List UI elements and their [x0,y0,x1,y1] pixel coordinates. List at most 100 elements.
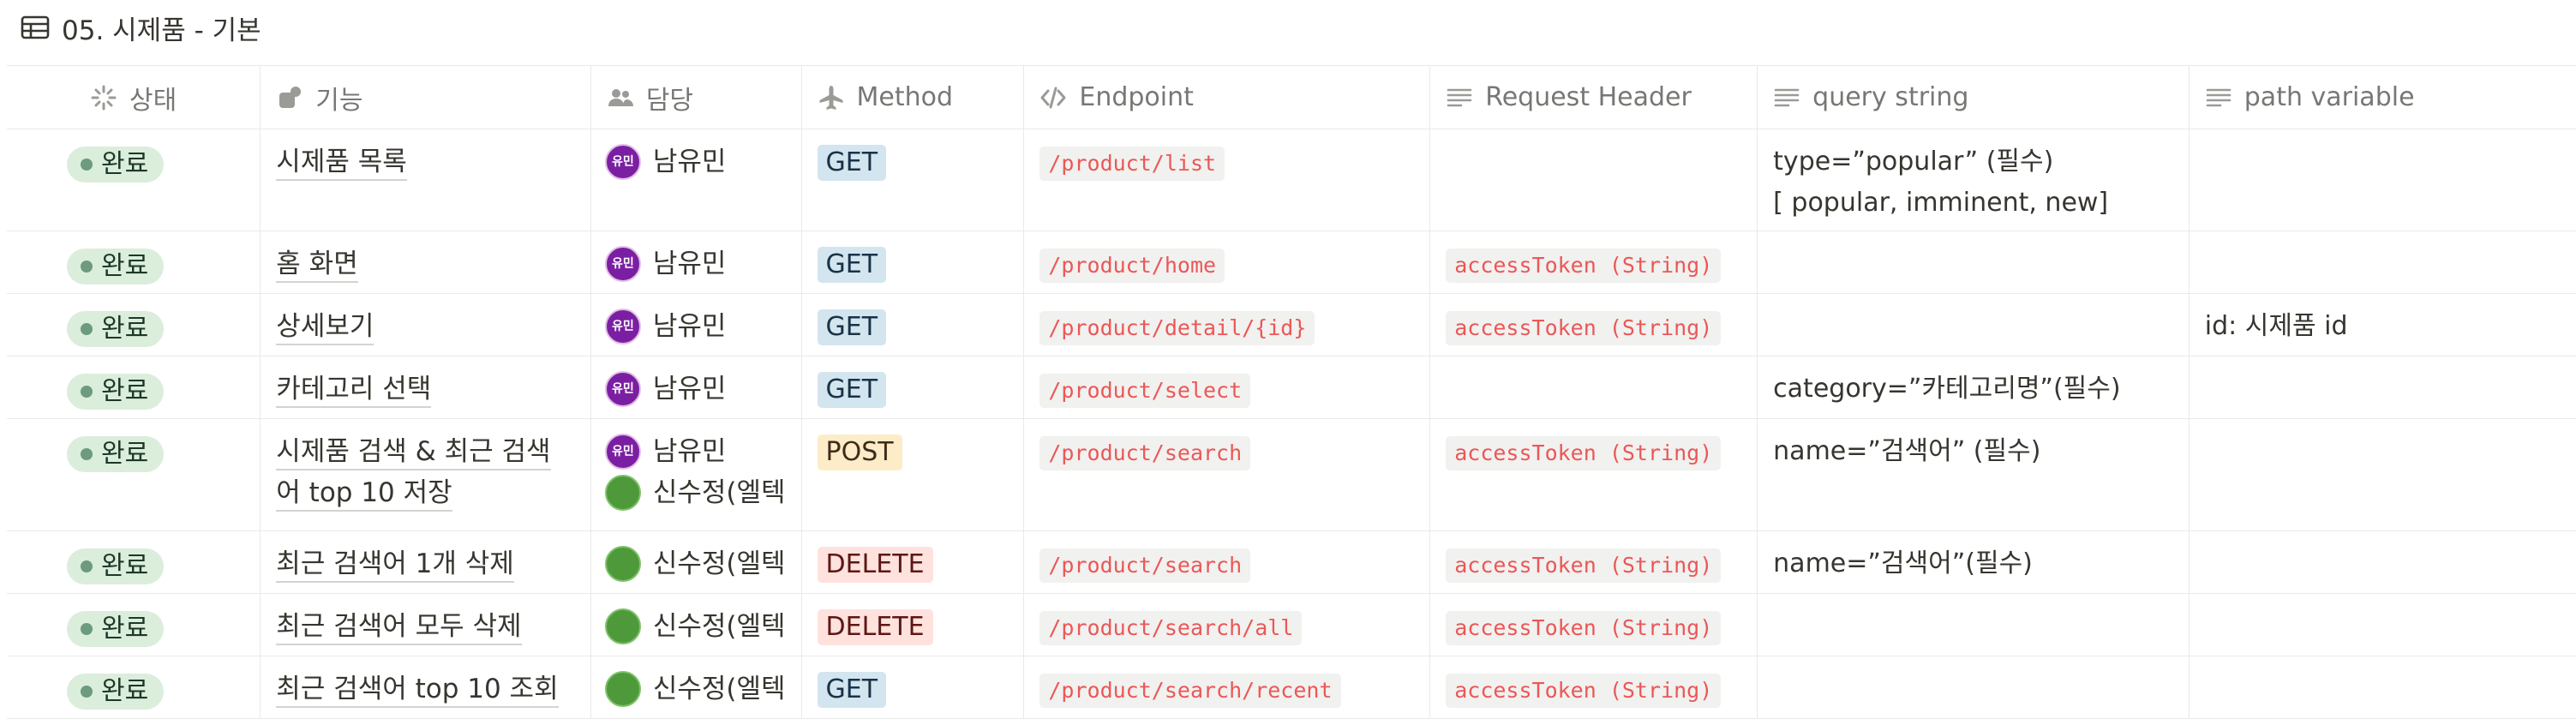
status-cell[interactable]: 완료 [7,418,261,531]
column-header-path-variable[interactable]: path variable [2188,65,2576,129]
database-title-bar[interactable]: 05. 시제품 - 기본 [21,0,261,55]
method-tag[interactable]: DELETE [817,609,933,645]
table-row[interactable]: 완료 시제품 검색 & 최근 검색어 top 10 저장 유민 남유민 신수정(엘텍 PO… [7,418,2576,531]
request-header-cell[interactable]: accessToken (String) [1429,530,1758,594]
path-variable-cell[interactable] [2188,418,2576,531]
feature-cell[interactable]: 최근 검색어 top 10 조회 [260,656,591,719]
status-cell[interactable]: 완료 [7,129,261,231]
endpoint-cell[interactable]: /product/select [1023,356,1431,419]
endpoint-cell[interactable]: /product/search [1023,418,1431,531]
status-cell[interactable]: 완료 [7,293,261,357]
feature-title[interactable]: 최근 검색어 1개 삭제 [276,548,514,583]
method-tag[interactable]: GET [817,309,887,345]
assignee-cell[interactable]: 유민 남유민 신수정(엘텍 [590,418,802,531]
assignee-cell[interactable]: 유민 남유민 [590,293,802,357]
method-cell[interactable]: GET [800,129,1025,231]
method-tag[interactable]: GET [817,672,887,708]
query-string-cell[interactable]: name=”검색어”(필수) [1757,530,2190,594]
status-badge[interactable]: 완료 [67,548,165,584]
path-variable-cell[interactable] [2188,129,2576,231]
feature-cell[interactable]: 홈 화면 [260,231,591,294]
endpoint-cell[interactable]: /product/search/recent [1023,656,1431,719]
query-string-cell[interactable] [1757,293,2190,357]
assignee[interactable]: 유민 남유민 [604,243,786,285]
assignee-cell[interactable]: 유민 남유민 [590,356,802,419]
method-tag[interactable]: DELETE [817,547,933,583]
request-header-cell[interactable] [1429,356,1758,419]
method-tag[interactable]: GET [817,145,887,181]
column-header-feature[interactable]: 기능 [260,65,591,129]
path-variable-cell[interactable] [2188,356,2576,419]
status-badge[interactable]: 완료 [67,611,165,647]
feature-title[interactable]: 시제품 목록 [276,147,407,181]
status-badge[interactable]: 완료 [67,674,165,710]
request-header-cell[interactable]: accessToken (String) [1429,293,1758,357]
feature-title[interactable]: 시제품 검색 & 최근 검색어 top 10 저장 [276,436,551,512]
column-header-assignee[interactable]: 담당 [590,65,802,129]
table-row[interactable]: 완료 최근 검색어 top 10 조회 신수정(엘텍 GET/product/sear… [7,656,2576,719]
request-header-cell[interactable]: accessToken (String) [1429,231,1758,294]
column-header-method[interactable]: Method [800,65,1025,129]
method-cell[interactable]: POST [800,418,1025,531]
assignee[interactable]: 유민 남유민 [604,306,786,347]
database-title[interactable]: 05. 시제품 - 기본 [62,9,261,47]
path-variable-cell[interactable]: id: 시제품 id [2188,293,2576,357]
endpoint-cell[interactable]: /product/detail/{id} [1023,293,1431,357]
method-tag[interactable]: GET [817,372,887,408]
endpoint-cell[interactable]: /product/list [1023,129,1431,231]
column-header-query-string[interactable]: query string [1757,65,2190,129]
path-variable-cell[interactable] [2188,231,2576,294]
feature-cell[interactable]: 최근 검색어 모두 삭제 [260,593,591,656]
column-header-endpoint[interactable]: Endpoint [1023,65,1431,129]
table-row[interactable]: 완료 최근 검색어 모두 삭제 신수정(엘텍 DELETE/product/searc… [7,593,2576,656]
status-cell[interactable]: 완료 [7,231,261,294]
assignee-cell[interactable]: 신수정(엘텍 [590,530,802,594]
method-cell[interactable]: GET [800,231,1025,294]
query-string-cell[interactable] [1757,656,2190,719]
table-row[interactable]: 완료 홈 화면 유민 남유민 GET/product/home accessToken (… [7,231,2576,294]
path-variable-cell[interactable] [2188,656,2576,719]
status-cell[interactable]: 완료 [7,356,261,419]
table-row[interactable]: 완료 상세보기 유민 남유민 GET/product/detail/{id} access… [7,293,2576,357]
assignee-cell[interactable]: 신수정(엘텍 [590,593,802,656]
method-cell[interactable]: DELETE [800,593,1025,656]
table-row[interactable]: 완료 최근 검색어 1개 삭제 신수정(엘텍 DELETE/product/searc… [7,530,2576,594]
status-badge[interactable]: 완료 [67,436,165,472]
feature-title[interactable]: 최근 검색어 모두 삭제 [276,611,522,645]
assignee[interactable]: 유민 남유민 [604,431,786,472]
query-string-cell[interactable]: name=”검색어” (필수) [1757,418,2190,531]
status-cell[interactable]: 완료 [7,593,261,656]
request-header-cell[interactable]: accessToken (String) [1429,593,1758,656]
method-cell[interactable]: GET [800,656,1025,719]
method-tag[interactable]: POST [817,434,902,470]
assignee[interactable]: 신수정(엘텍 [604,472,786,513]
assignee[interactable]: 유민 남유민 [604,141,786,183]
feature-title[interactable]: 카테고리 선택 [276,374,432,408]
request-header-cell[interactable] [1429,129,1758,231]
method-cell[interactable]: DELETE [800,530,1025,594]
assignee[interactable]: 신수정(엘텍 [604,606,786,647]
table-row[interactable]: 완료 카테고리 선택 유민 남유민 GET/product/select category… [7,356,2576,419]
status-badge[interactable]: 완료 [67,249,165,285]
method-cell[interactable]: GET [800,293,1025,357]
query-string-cell[interactable]: category=”카테고리명”(필수) [1757,356,2190,419]
feature-cell[interactable]: 최근 검색어 1개 삭제 [260,530,591,594]
assignee[interactable]: 신수정(엘텍 [604,543,786,584]
endpoint-cell[interactable]: /product/search [1023,530,1431,594]
method-cell[interactable]: GET [800,356,1025,419]
column-header-request-header[interactable]: Request Header [1429,65,1758,129]
path-variable-cell[interactable] [2188,593,2576,656]
feature-cell[interactable]: 카테고리 선택 [260,356,591,419]
status-badge[interactable]: 완료 [67,147,165,183]
query-string-cell[interactable] [1757,231,2190,294]
feature-title[interactable]: 홈 화면 [276,249,358,283]
assignee-cell[interactable]: 유민 남유민 [590,231,802,294]
status-cell[interactable]: 완료 [7,530,261,594]
path-variable-cell[interactable] [2188,530,2576,594]
status-badge[interactable]: 완료 [67,311,165,347]
assignee-cell[interactable]: 신수정(엘텍 [590,656,802,719]
endpoint-cell[interactable]: /product/search/all [1023,593,1431,656]
column-header-status[interactable]: 상태 [7,65,261,129]
assignee-cell[interactable]: 유민 남유민 [590,129,802,231]
feature-cell[interactable]: 시제품 목록 [260,129,591,231]
